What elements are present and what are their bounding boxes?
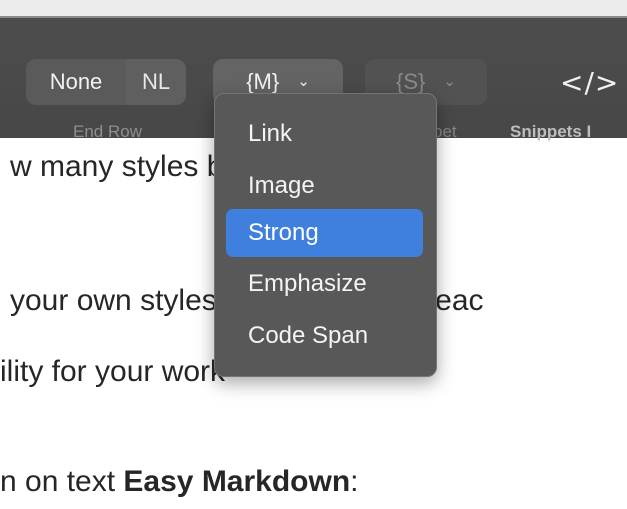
- end-row-nl-button[interactable]: NL: [126, 59, 186, 105]
- snippet-dropdown-label: {S}: [396, 69, 426, 94]
- menu-item-link[interactable]: Link: [226, 110, 423, 158]
- document-text-line: ility for your work: [0, 355, 226, 388]
- document-text-line: n on text Easy Markdown:: [0, 465, 359, 499]
- menu-item-code-span[interactable]: Code Span: [226, 312, 423, 360]
- snippets-icon[interactable]: </>: [560, 59, 619, 105]
- markup-dropdown-menu: Link Image Strong Emphasize Code Span: [214, 93, 437, 377]
- menu-item-image[interactable]: Image: [226, 162, 423, 210]
- document-text-fragment: n on text: [0, 465, 124, 498]
- end-row-none-button[interactable]: None: [26, 59, 126, 105]
- end-row-label: End Row: [73, 122, 142, 141]
- chevron-down-icon: ⌄: [443, 73, 456, 90]
- document-bold-text: Easy Markdown: [123, 465, 351, 498]
- menu-item-strong[interactable]: Strong: [226, 209, 423, 257]
- snippets-label: Snippets I: [510, 122, 592, 141]
- document-text-fragment: :: [350, 465, 359, 498]
- menu-item-emphasize[interactable]: Emphasize: [226, 260, 423, 308]
- window-top-strip: [0, 0, 627, 16]
- markup-dropdown-label: {M}: [246, 69, 280, 94]
- chevron-down-icon: ⌄: [297, 73, 310, 90]
